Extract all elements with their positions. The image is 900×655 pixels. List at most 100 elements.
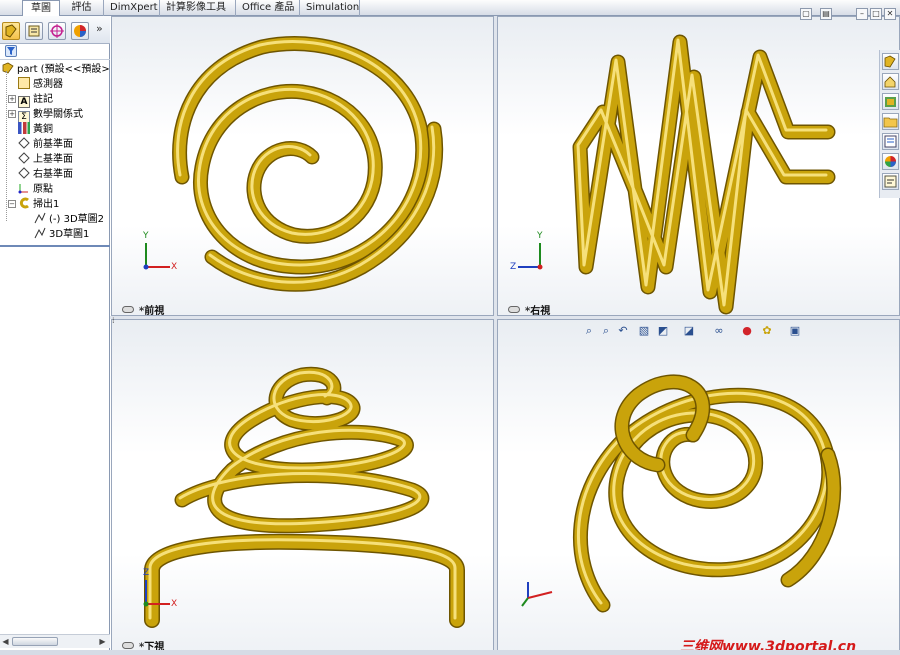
tree-item-top-plane[interactable]: 上基準面 (18, 152, 73, 167)
custom-properties-icon[interactable] (882, 173, 899, 190)
tab-evaluate[interactable]: 評估 (60, 0, 104, 16)
tree-item-3d-sketch-1[interactable]: 3D草圖1 (34, 227, 89, 242)
scroll-right-icon[interactable]: ▶ (98, 637, 107, 646)
tree-item-material[interactable]: 黃銅 (18, 122, 53, 137)
section-view-icon[interactable]: ▧ (637, 324, 651, 338)
display-manager-icon[interactable] (71, 22, 89, 40)
filter-icon[interactable] (5, 45, 17, 57)
tree-item-sensors[interactable]: 感測器 (18, 77, 63, 92)
view-link-icon (122, 642, 134, 649)
tree-item-equations[interactable]: + Σ 數學關係式 (8, 107, 83, 123)
configuration-manager-icon[interactable] (48, 22, 66, 40)
apply-scene-icon[interactable]: ✿ (760, 324, 774, 338)
viewport-title: *右視 (525, 306, 551, 316)
vertical-viewport-splitter[interactable] (494, 16, 497, 655)
scrollbar-thumb[interactable] (12, 637, 58, 646)
panel-resize-handle[interactable]: ⁞ (112, 317, 118, 336)
plane-icon (18, 152, 30, 164)
sensor-icon (18, 77, 30, 89)
origin-icon (18, 182, 30, 194)
axis-triad (518, 576, 562, 620)
sketch3d-icon (34, 212, 46, 224)
solidworks-window: 草圖 評估 DimXpert 計算影像工具 Office 產品 Simulati… (0, 0, 900, 655)
tree-item-label: 掃出1 (33, 199, 60, 210)
tab-render-tools[interactable]: 計算影像工具 (160, 0, 236, 16)
tree-item-label: 上基準面 (33, 154, 73, 165)
tab-dimxpert[interactable]: DimXpert (104, 0, 160, 16)
tile-icon[interactable]: ▤ (820, 8, 832, 20)
triad-right-label: Z (510, 262, 517, 272)
scroll-left-icon[interactable]: ◀ (1, 637, 10, 646)
tree-item-label: 黃銅 (33, 124, 53, 135)
tree-item-label: 右基準面 (33, 169, 73, 180)
tab-office-products[interactable]: Office 產品 (236, 0, 300, 16)
expand-icon[interactable]: + (8, 95, 16, 103)
previous-view-icon[interactable]: ↶ (616, 324, 630, 338)
viewport-title: *前視 (139, 306, 165, 316)
feature-tree-filter[interactable] (0, 44, 110, 60)
feature-manager-panel: » part (預設<<預設> 感測器 + A 註記 + Σ 數學關係式 黃銅 … (0, 16, 110, 655)
part-icon (2, 62, 14, 74)
tree-item-label: 數學關係式 (33, 109, 83, 120)
tree-item-label: 原點 (33, 184, 53, 195)
tree-item-annotations[interactable]: + A 註記 (8, 92, 53, 108)
viewport-label[interactable]: *右視 (508, 302, 551, 316)
tab-simulation[interactable]: Simulation (300, 0, 360, 16)
tree-item-front-plane[interactable]: 前基準面 (18, 137, 73, 152)
zoom-area-icon[interactable]: ⌕ (599, 324, 613, 338)
viewport-front[interactable]: Y X *前視 (111, 16, 494, 316)
horizontal-scrollbar[interactable]: ◀ ▶ (0, 634, 110, 648)
spring-model-right[interactable] (498, 17, 900, 316)
viewport-label[interactable]: *前視 (122, 302, 165, 316)
resources-icon[interactable] (882, 53, 899, 70)
horizontal-viewport-splitter[interactable] (110, 316, 900, 319)
maximize-icon[interactable]: □ (870, 8, 882, 20)
view-link-icon (508, 306, 520, 313)
view-link-icon (122, 306, 134, 313)
triad-up-label: Y (537, 231, 543, 241)
triad-right-label: X (171, 599, 178, 609)
file-explorer-icon[interactable] (882, 93, 899, 110)
close-icon[interactable]: ✕ (884, 8, 896, 20)
tree-item-label: 前基準面 (33, 139, 73, 150)
axis-triad: Z X (140, 568, 184, 618)
edit-appearance-icon[interactable]: ● (740, 324, 754, 338)
axis-triad: Y X (140, 231, 184, 281)
plane-icon (18, 137, 30, 149)
plane-icon (18, 167, 30, 179)
minimize-icon[interactable]: – (856, 8, 868, 20)
tab-sketch[interactable]: 草圖 (22, 0, 60, 17)
tree-item-right-plane[interactable]: 右基準面 (18, 167, 73, 182)
restore-icon[interactable]: ▢ (800, 8, 812, 20)
tree-root-label: part (預設<<預設> (17, 64, 110, 75)
rollback-bar[interactable] (0, 245, 110, 247)
display-style-icon[interactable]: ◪ (682, 324, 696, 338)
tree-item-origin[interactable]: 原點 (18, 182, 53, 197)
viewport-isometric[interactable] (497, 319, 900, 655)
tree-root-part[interactable]: part (預設<<預設> (2, 62, 110, 77)
material-icon (18, 122, 30, 134)
hide-show-icon[interactable]: ∞ (712, 324, 726, 338)
triad-up-label: Y (143, 231, 149, 241)
feature-manager-icon[interactable] (2, 22, 20, 40)
viewport-bottom[interactable]: Z X *下視 (111, 319, 494, 655)
view-palette-icon[interactable] (882, 133, 899, 150)
tree-item-3d-sketch-2[interactable]: (-) 3D草圖2 (34, 212, 104, 227)
property-manager-icon[interactable] (25, 22, 43, 40)
command-manager-tabs: 草圖 評估 DimXpert 計算影像工具 Office 產品 Simulati… (0, 0, 900, 17)
viewport-right[interactable]: Y Z *右視 (497, 16, 900, 316)
appearances-icon[interactable] (882, 153, 899, 170)
more-tabs-chevron-icon[interactable]: » (96, 22, 103, 35)
sketch3d-icon (34, 227, 46, 239)
view-orientation-icon[interactable]: ◩ (656, 324, 670, 338)
design-library-icon[interactable] (882, 73, 899, 90)
tree-item-label: (-) 3D草圖2 (49, 214, 105, 225)
view-settings-icon[interactable]: ▣ (788, 324, 802, 338)
triad-right-label: X (171, 262, 178, 272)
collapse-icon[interactable]: − (8, 200, 16, 208)
zoom-fit-icon[interactable]: ⌕ (582, 324, 596, 338)
search-icon[interactable] (882, 113, 899, 130)
tree-item-sweep[interactable]: − 掃出1 (8, 197, 60, 212)
triad-up-label: Z (143, 568, 150, 578)
expand-icon[interactable]: + (8, 110, 16, 118)
